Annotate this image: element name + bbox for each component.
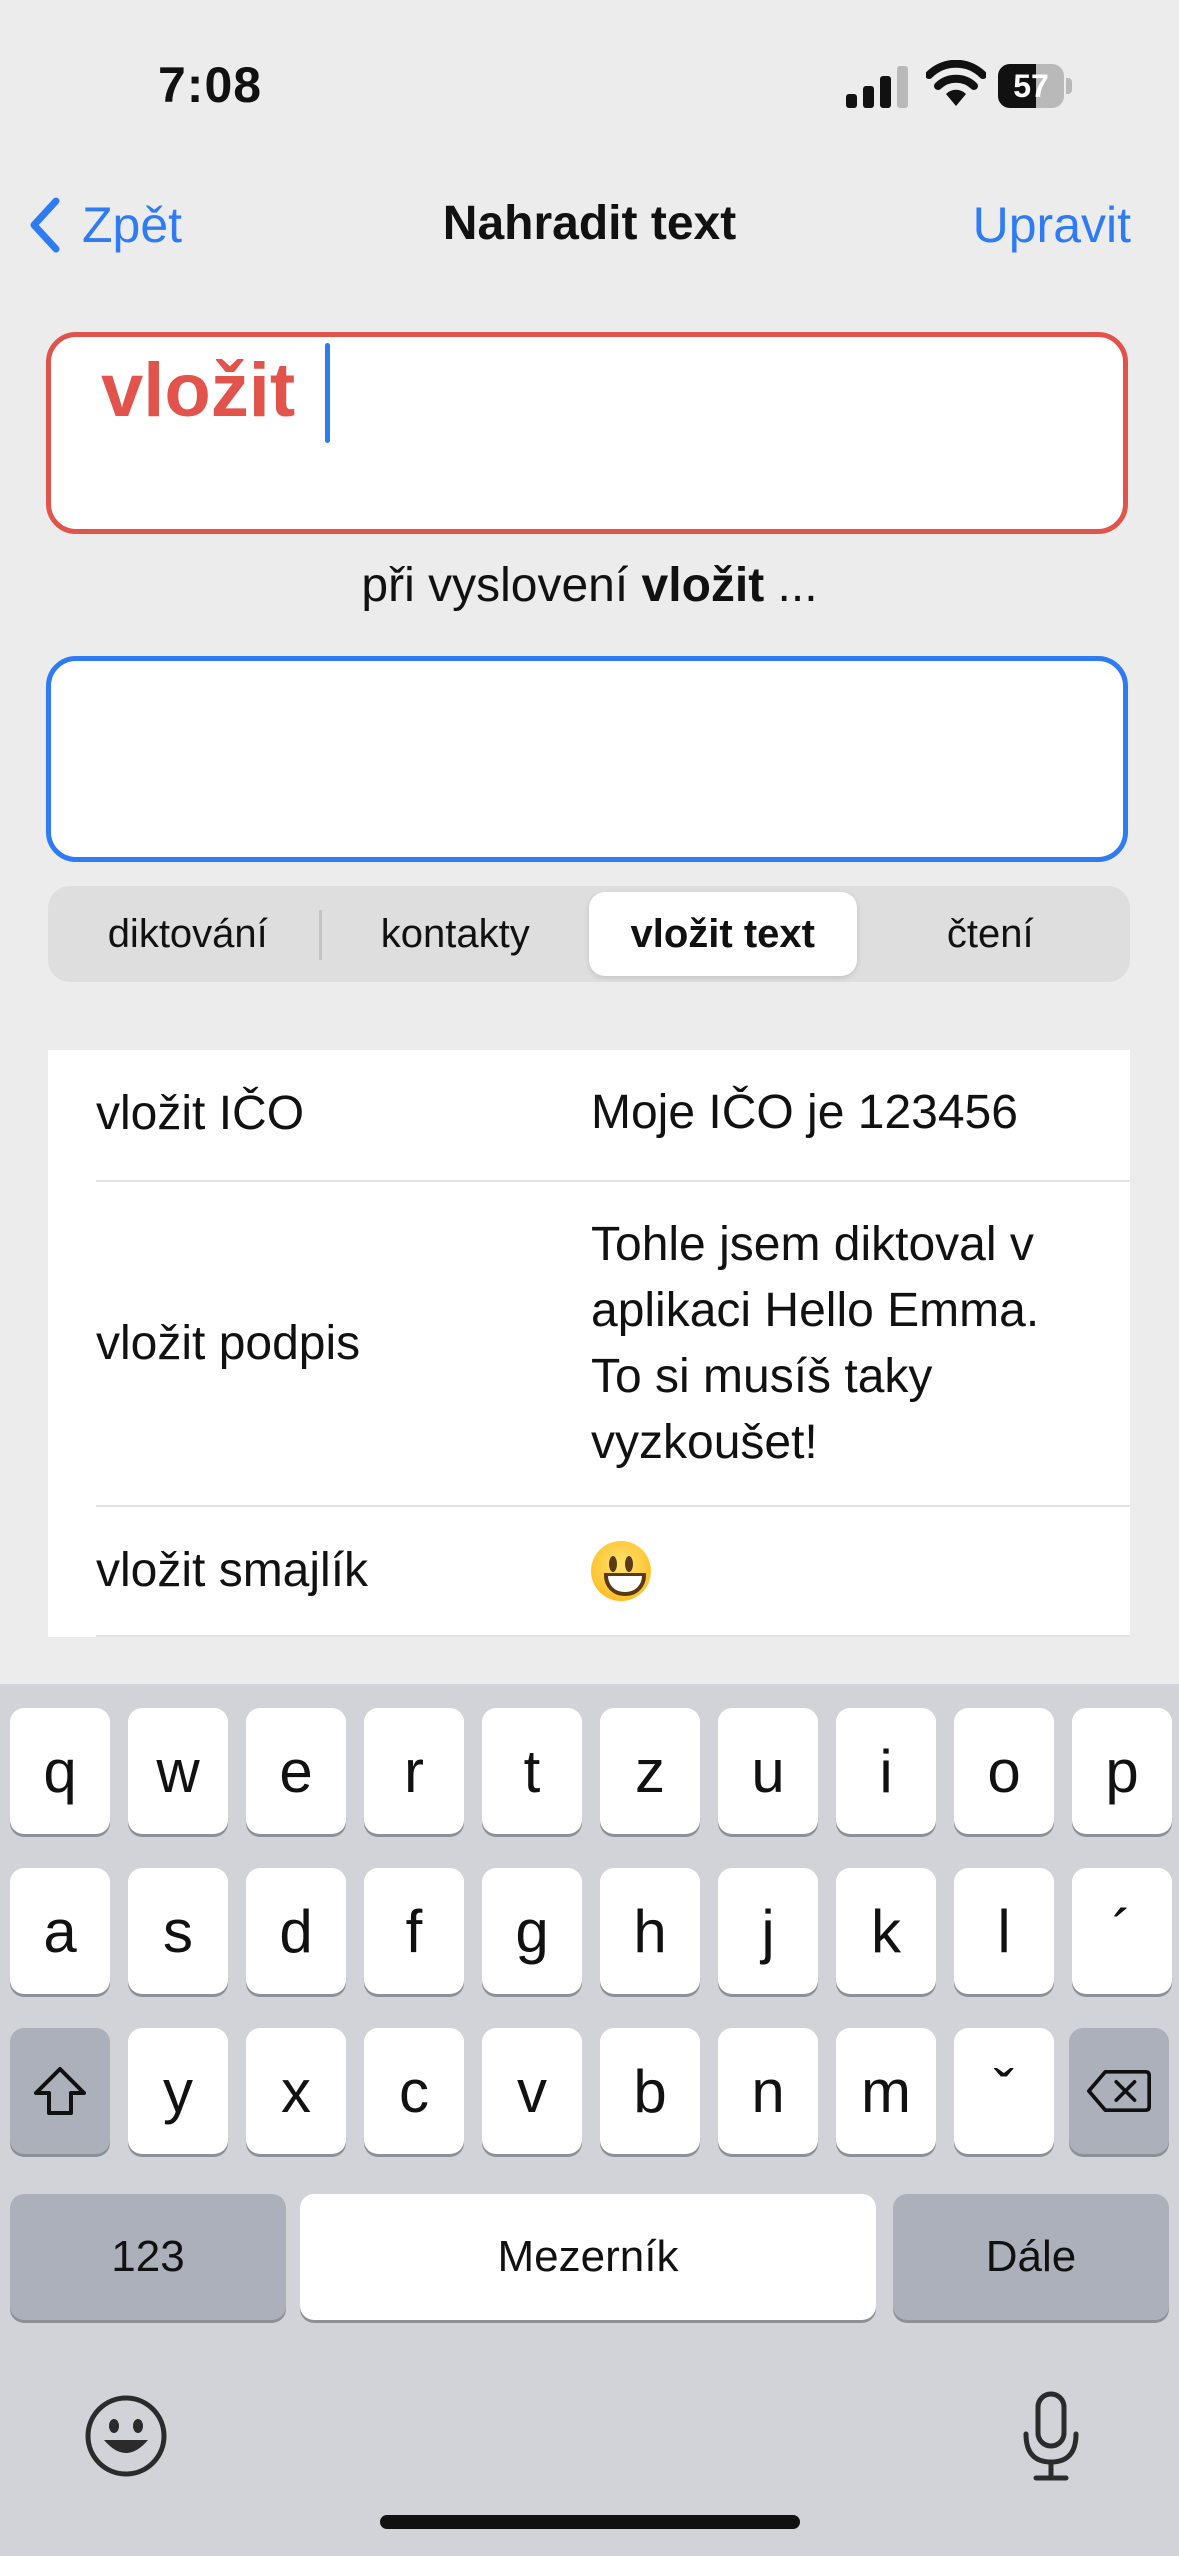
key-i[interactable]: i: [836, 1708, 936, 1834]
key-w[interactable]: w: [128, 1708, 228, 1834]
category-segmented-control: diktování kontakty vložit text čtení: [48, 886, 1130, 982]
key-a[interactable]: a: [10, 1868, 110, 1994]
smiley-icon: [85, 2395, 167, 2477]
key-j[interactable]: j: [718, 1868, 818, 1994]
key-f[interactable]: f: [364, 1868, 464, 1994]
key-symbol-7[interactable]: ˇ: [954, 2028, 1054, 2154]
caption-prefix: při vyslovení: [361, 559, 629, 612]
grinning-face-icon: [591, 1541, 651, 1601]
row-text: Moje IČO je 123456: [591, 1086, 1018, 1139]
key-t[interactable]: t: [482, 1708, 582, 1834]
row-phrase: vložit IČO: [96, 1087, 305, 1140]
space-key[interactable]: Mezerník: [300, 2194, 876, 2320]
row-phrase: vložit podpis: [96, 1317, 361, 1370]
return-key[interactable]: Dále: [893, 2194, 1169, 2320]
key-p[interactable]: p: [1072, 1708, 1172, 1834]
row-text: [591, 1541, 1091, 1619]
home-indicator: [380, 2515, 800, 2529]
row-phrase: vložit smajlík: [96, 1544, 369, 1597]
segment-cteni[interactable]: čtení: [857, 892, 1125, 976]
segment-label: diktování: [107, 912, 268, 956]
key-r[interactable]: r: [364, 1708, 464, 1834]
shift-key[interactable]: [10, 2028, 110, 2154]
divider: [96, 1635, 1130, 1637]
replacement-input[interactable]: [46, 656, 1128, 862]
edit-button[interactable]: Upravit: [973, 196, 1131, 254]
wifi-icon: [925, 59, 987, 108]
segment-label: vložit text: [630, 912, 815, 956]
segment-kontakty[interactable]: kontakty: [322, 892, 590, 976]
phrase-input-value: vložit: [101, 348, 296, 433]
caption-suffix: ...: [777, 559, 818, 612]
key-y[interactable]: y: [128, 2028, 228, 2154]
emoji-keyboard-button[interactable]: [84, 2394, 168, 2483]
segment-diktovani[interactable]: diktování: [54, 892, 322, 976]
key-e[interactable]: e: [246, 1708, 346, 1834]
key-d[interactable]: d: [246, 1868, 346, 1994]
row-text: Tohle jsem diktoval v aplikaci Hello Emm…: [591, 1218, 1040, 1469]
battery-icon: 57: [998, 64, 1072, 108]
microphone-icon: [1023, 2391, 1079, 2481]
key-l[interactable]: l: [954, 1868, 1054, 1994]
delete-key[interactable]: [1069, 2028, 1169, 2154]
key-h[interactable]: h: [600, 1868, 700, 1994]
key-k[interactable]: k: [836, 1868, 936, 1994]
segment-vlozit-text[interactable]: vložit text: [589, 892, 857, 976]
backspace-icon: [1087, 2069, 1151, 2113]
key-x[interactable]: x: [246, 2028, 346, 2154]
list-item[interactable]: vložit smajlík: [48, 1507, 1130, 1637]
phrase-caption: při vyslovení vložit ...: [0, 558, 1179, 613]
key-b[interactable]: b: [600, 2028, 700, 2154]
keyboard: qwertzuiop a s d f g h j k l ´ yxcvbnmˇ 123 Mezer…: [0, 1684, 1179, 2556]
numbers-key[interactable]: 123: [10, 2194, 286, 2320]
key-c[interactable]: c: [364, 2028, 464, 2154]
segment-label: čtení: [946, 912, 1034, 956]
caption-phrase: vložit: [641, 559, 765, 612]
key-q[interactable]: q: [10, 1708, 110, 1834]
key-s[interactable]: s: [128, 1868, 228, 1994]
dictation-button[interactable]: [1016, 2390, 1086, 2487]
key-u[interactable]: u: [718, 1708, 818, 1834]
key-z[interactable]: z: [600, 1708, 700, 1834]
segment-label: kontakty: [380, 912, 530, 956]
key-v[interactable]: v: [482, 2028, 582, 2154]
replacement-list: vložit IČO Moje IČO je 123456 vložit pod…: [48, 1050, 1130, 1637]
battery-percentage: 57: [1013, 68, 1049, 104]
key-n[interactable]: n: [718, 2028, 818, 2154]
status-time: 7:08: [158, 57, 263, 113]
phrase-input[interactable]: vložit: [46, 332, 1128, 534]
key-symbol-9[interactable]: ´: [1072, 1868, 1172, 1994]
shift-icon: [34, 2067, 86, 2115]
key-g[interactable]: g: [482, 1868, 582, 1994]
cellular-signal-icon: [846, 64, 908, 108]
text-cursor: [325, 343, 330, 443]
key-o[interactable]: o: [954, 1708, 1054, 1834]
list-item[interactable]: vložit IČO Moje IČO je 123456: [48, 1050, 1130, 1182]
key-m[interactable]: m: [836, 2028, 936, 2154]
list-item[interactable]: vložit podpis Tohle jsem diktoval v apli…: [48, 1182, 1130, 1507]
